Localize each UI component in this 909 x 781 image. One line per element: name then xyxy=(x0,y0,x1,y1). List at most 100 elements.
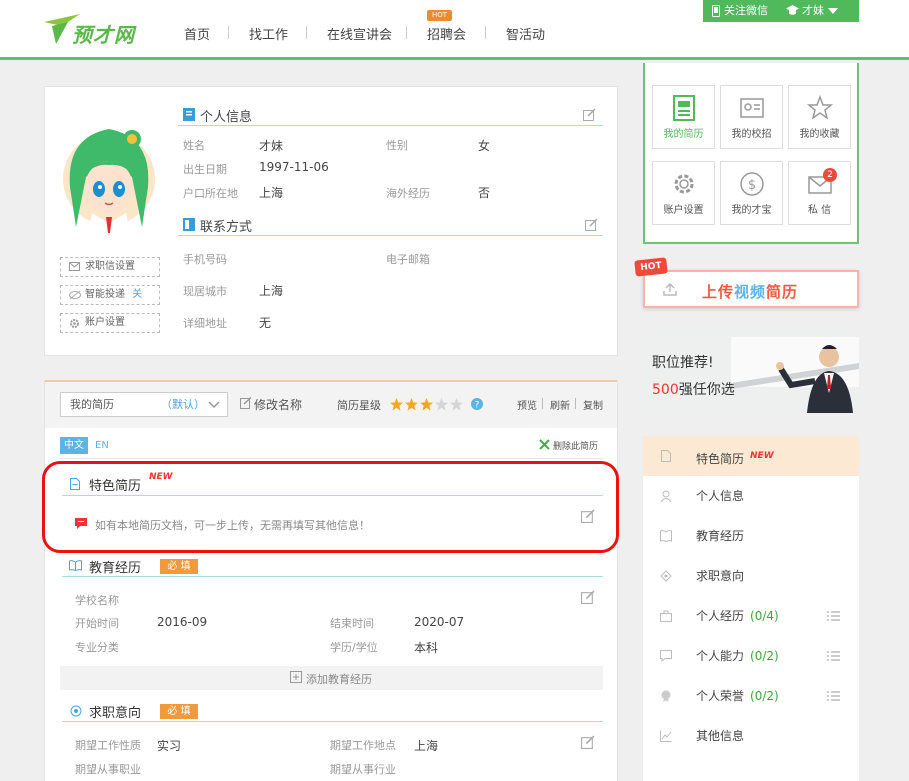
email-label: 电子邮箱 xyxy=(386,253,430,266)
featured-resume-title: 特色简历 xyxy=(89,479,142,494)
edit-intention-icon[interactable] xyxy=(581,735,595,749)
phone-icon xyxy=(712,5,720,17)
copy-link[interactable]: 复制 xyxy=(583,397,603,412)
my-favorites-tile[interactable]: 我的收藏 xyxy=(788,85,851,149)
edit-education-icon[interactable] xyxy=(581,590,595,604)
star-filled-icon[interactable] xyxy=(405,398,418,411)
job-recommend-banner[interactable]: 职位推荐! 500强任你选 xyxy=(643,333,859,413)
menu-item-featured[interactable]: 特色简历 NEW xyxy=(643,436,859,476)
site-logo[interactable]: 预才网 xyxy=(42,12,142,48)
edit-featured-icon[interactable] xyxy=(581,509,595,523)
overseas-label: 海外经历 xyxy=(386,187,430,200)
my-coins-tile[interactable]: $ 我的才宝 xyxy=(720,161,783,225)
menu-item-intention[interactable]: 求职意向 xyxy=(643,556,859,596)
menu-item-experience[interactable]: 个人经历 (0/4) xyxy=(643,596,859,636)
menu-item-honors[interactable]: 个人荣誉 (0/2) xyxy=(643,676,859,716)
menu-item-education[interactable]: 教育经历 xyxy=(643,516,859,556)
account-settings-tile[interactable]: 账户设置 xyxy=(652,161,715,225)
menu-item-personal[interactable]: 个人信息 xyxy=(643,476,859,516)
lang-tab-cn[interactable]: 中文 xyxy=(60,437,88,454)
add-education-button[interactable]: 添加教育经历 xyxy=(60,666,603,690)
account-settings-label: 账户设置 xyxy=(85,317,125,328)
end-date-label: 结束时间 xyxy=(330,617,374,630)
svg-text:$: $ xyxy=(747,178,755,193)
star-empty-icon[interactable] xyxy=(435,398,448,411)
caret-down-icon[interactable] xyxy=(828,8,838,14)
smart-send-button[interactable]: 智能投递 关 xyxy=(60,285,160,305)
list-icon[interactable] xyxy=(827,611,840,621)
refresh-link[interactable]: 刷新 xyxy=(550,397,570,412)
star-empty-icon[interactable] xyxy=(450,398,463,411)
contact-card-icon xyxy=(183,218,195,231)
honors-count: (0/2) xyxy=(750,689,779,703)
eye-off-icon xyxy=(69,290,81,300)
banner-subtitle-text: 强任你选 xyxy=(678,382,735,398)
banner-illustration xyxy=(643,333,859,413)
help-icon[interactable]: ? xyxy=(471,398,483,410)
new-badge: NEW xyxy=(750,451,774,461)
avatar[interactable] xyxy=(62,117,156,241)
major-label: 专业分类 xyxy=(75,641,119,654)
menu-item-label: 个人能力 (0/2) xyxy=(696,636,779,676)
follow-wechat-link[interactable]: 关注微信 xyxy=(724,0,768,22)
resume-default-tag: （默认） xyxy=(161,398,205,411)
close-icon xyxy=(539,439,550,450)
my-resume-tile[interactable]: 我的简历 xyxy=(652,85,715,149)
menu-item-other[interactable]: 其他信息 xyxy=(643,716,859,756)
star-filled-icon[interactable] xyxy=(420,398,433,411)
job-place-value: 上海 xyxy=(414,739,439,753)
lang-tab-en[interactable]: EN xyxy=(95,440,109,451)
medal-icon xyxy=(661,690,671,702)
nav-job-fair[interactable]: 招聘会 xyxy=(427,24,466,43)
menu-item-ability[interactable]: 个人能力 (0/2) xyxy=(643,636,859,676)
account-settings-button[interactable]: 账户设置 xyxy=(60,313,160,333)
resume-select[interactable]: 我的简历 （默认） xyxy=(60,392,228,417)
messages-tile[interactable]: 私 信 2 xyxy=(788,161,851,225)
upload-word-3: 简历 xyxy=(766,283,799,301)
coin-icon: $ xyxy=(739,172,764,196)
job-type-label: 期望工作性质 xyxy=(75,739,141,752)
add-education-label: 添加教育经历 xyxy=(306,673,372,686)
address-value: 无 xyxy=(259,316,272,330)
menu-item-label: 求职意向 xyxy=(696,569,745,583)
my-campus-label: 我的校招 xyxy=(731,129,772,140)
banner-subtitle: 500强任你选 xyxy=(652,379,735,399)
user-name-menu[interactable]: 才妹 xyxy=(802,0,824,22)
gear-icon xyxy=(70,319,79,328)
nav-find-job[interactable]: 找工作 xyxy=(249,24,288,43)
message-count-badge: 2 xyxy=(823,168,837,182)
nav-online-talk[interactable]: 在线宣讲会 xyxy=(327,24,392,43)
birth-label: 出生日期 xyxy=(183,163,227,176)
resume-section-menu: 特色简历 NEW 个人信息 教育经历 求职意向 个人经历 (0/4) 个人能力 (0/… xyxy=(643,436,859,781)
required-tag: 必 填 xyxy=(160,704,198,719)
banner-number: 500 xyxy=(652,382,679,398)
edit-personal-icon[interactable] xyxy=(583,108,596,121)
menu-item-label: 其他信息 xyxy=(696,729,745,743)
briefcase-icon xyxy=(660,610,672,622)
job-letter-settings-button[interactable]: 求职信设置 xyxy=(60,257,160,277)
star-filled-icon[interactable] xyxy=(390,398,403,411)
start-date-label: 开始时间 xyxy=(75,617,119,630)
book-icon xyxy=(69,560,82,571)
preview-link[interactable]: 预览 xyxy=(517,397,537,412)
upload-video-resume-button[interactable]: 上传视频简历 xyxy=(643,270,859,308)
smart-send-state[interactable]: 关 xyxy=(132,289,142,300)
name-value: 才妹 xyxy=(259,139,284,153)
hukou-label: 户口所在地 xyxy=(183,187,238,200)
job-place-label: 期望工作地点 xyxy=(330,739,396,752)
nav-divider xyxy=(306,26,307,39)
gender-label: 性别 xyxy=(386,139,408,152)
nav-smart-activity[interactable]: 智活动 xyxy=(506,24,545,43)
edit-contact-icon[interactable] xyxy=(585,218,598,231)
my-campus-tile[interactable]: 我的校招 xyxy=(720,85,783,149)
list-icon[interactable] xyxy=(827,691,840,701)
target-icon xyxy=(70,705,82,717)
list-icon[interactable] xyxy=(827,651,840,661)
section-divider xyxy=(178,125,603,126)
delete-resume-button[interactable]: 删除此简历 xyxy=(553,439,598,452)
nav-home[interactable]: 首页 xyxy=(184,24,210,43)
upload-word-2: 视频 xyxy=(734,283,767,301)
city-value: 上海 xyxy=(259,284,284,298)
rename-button[interactable]: 修改名称 xyxy=(254,396,302,413)
target-icon xyxy=(660,570,672,582)
